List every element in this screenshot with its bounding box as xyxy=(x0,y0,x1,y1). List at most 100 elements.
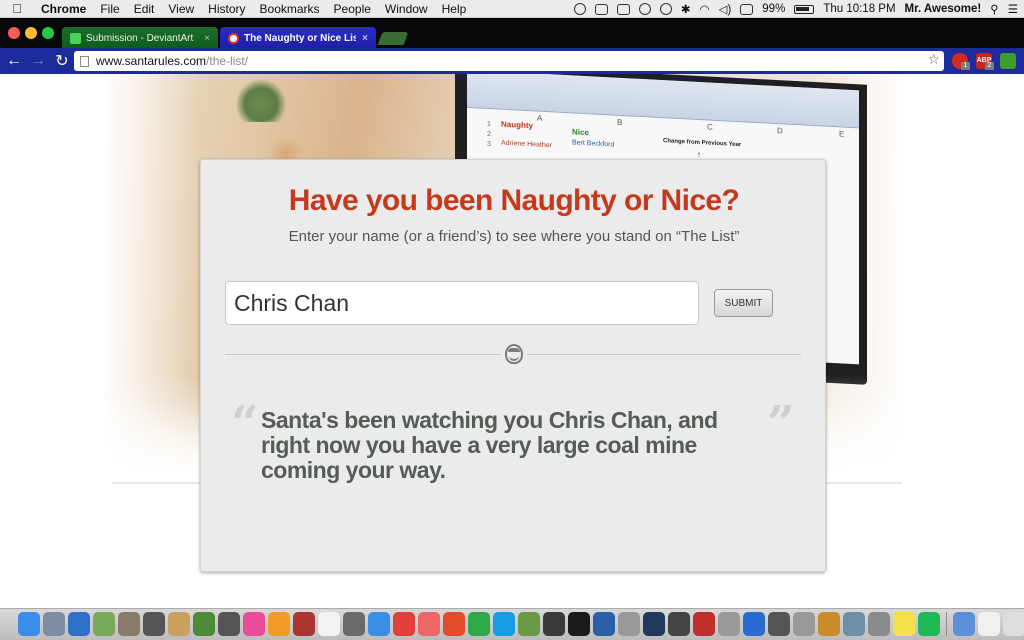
notification-center-icon[interactable]: ☰ xyxy=(1008,2,1018,16)
itunes-icon[interactable] xyxy=(243,612,265,636)
word-icon[interactable] xyxy=(593,612,615,636)
menu-help[interactable]: Help xyxy=(435,2,474,16)
menu-view[interactable]: View xyxy=(161,2,201,16)
accessibility-icon[interactable] xyxy=(638,3,651,15)
tab-title: Submission - DeviantArt xyxy=(86,32,194,44)
menu-window[interactable]: Window xyxy=(378,2,435,16)
volume-icon[interactable]: ◁) xyxy=(719,2,732,16)
column-header: A xyxy=(537,113,543,123)
garageband-icon[interactable] xyxy=(818,612,840,636)
page-icon xyxy=(80,55,89,67)
dock xyxy=(0,608,1024,640)
adobe-icon[interactable] xyxy=(594,3,608,15)
stickies-icon[interactable] xyxy=(893,612,915,636)
compass-app-icon[interactable] xyxy=(343,612,365,636)
user-name[interactable]: Mr. Awesome! xyxy=(905,3,982,15)
notepad-icon[interactable] xyxy=(1003,612,1024,636)
feather-app-icon[interactable] xyxy=(768,612,790,636)
app-p-icon[interactable] xyxy=(443,612,465,636)
spotify-icon[interactable] xyxy=(918,612,940,636)
launchpad-icon[interactable] xyxy=(43,612,65,636)
system-preferences-icon[interactable] xyxy=(868,612,890,636)
skype-icon[interactable] xyxy=(493,612,515,636)
bookmark-star-icon[interactable]: ☆ xyxy=(927,51,940,68)
dock-icons xyxy=(18,612,1024,636)
menu-history[interactable]: History xyxy=(201,2,252,16)
column-header: D xyxy=(777,126,783,136)
minimize-window-button[interactable] xyxy=(25,27,37,39)
extension-green-icon[interactable] xyxy=(1000,53,1016,69)
bluetooth-icon[interactable]: ✱ xyxy=(681,2,691,16)
chrome-icon[interactable] xyxy=(393,612,415,636)
pages-icon[interactable] xyxy=(418,612,440,636)
paint-icon[interactable] xyxy=(93,612,115,636)
naughty-name: Adriene Heather xyxy=(501,139,552,150)
close-tab-icon[interactable]: × xyxy=(362,33,368,44)
dashboard-icon[interactable] xyxy=(143,612,165,636)
game-controller-icon[interactable] xyxy=(668,612,690,636)
row-header: 1 xyxy=(487,120,491,129)
reload-icon[interactable]: ↻ xyxy=(52,51,72,71)
forward-arrow-icon[interactable]: → xyxy=(28,52,48,70)
safari-icon[interactable] xyxy=(368,612,390,636)
google-earth-icon[interactable] xyxy=(68,612,90,636)
photo-booth-icon[interactable] xyxy=(293,612,315,636)
santa-divider-icon xyxy=(501,341,527,367)
menu-app-name[interactable]: Chrome xyxy=(34,2,93,16)
new-tab-button[interactable] xyxy=(377,32,409,45)
plant-app-icon[interactable] xyxy=(193,612,215,636)
santa-icon xyxy=(228,32,239,44)
steam-game-icon[interactable] xyxy=(543,612,565,636)
menu-file[interactable]: File xyxy=(93,2,126,16)
dock-separator xyxy=(946,612,947,636)
submit-button[interactable]: SUBMIT xyxy=(714,289,773,317)
document-icon[interactable] xyxy=(978,612,1000,636)
unknown-app-icon[interactable] xyxy=(618,612,640,636)
column-header: C xyxy=(707,122,713,132)
close-tab-icon[interactable]: × xyxy=(204,33,210,44)
creative-cloud-icon[interactable] xyxy=(573,3,586,15)
notes-icon[interactable] xyxy=(168,612,190,636)
clock[interactable]: Thu 10:18 PM xyxy=(823,3,895,15)
url-path: /the-list/ xyxy=(206,54,249,68)
messages-icon[interactable] xyxy=(953,612,975,636)
activity-monitor-icon[interactable] xyxy=(218,612,240,636)
zoom-window-button[interactable] xyxy=(42,27,54,39)
wifi-icon[interactable]: ◠ xyxy=(700,2,710,16)
app-x-icon[interactable] xyxy=(468,612,490,636)
page-subtitle: Enter your name (or a friend’s) to see w… xyxy=(288,228,740,245)
spotlight-icon[interactable]: ⚲ xyxy=(990,2,998,16)
back-arrow-icon[interactable]: ← xyxy=(4,52,24,70)
menu-edit[interactable]: Edit xyxy=(127,2,162,16)
naughty-header: Naughty xyxy=(501,119,533,131)
tab-naughty-or-nice[interactable]: The Naughty or Nice List | × xyxy=(220,27,376,49)
close-window-button[interactable] xyxy=(8,27,20,39)
apple-menu-icon[interactable]:  xyxy=(0,1,34,16)
input-source-icon[interactable] xyxy=(740,3,754,15)
unknown-app-2-icon[interactable] xyxy=(718,612,740,636)
preview-icon[interactable] xyxy=(843,612,865,636)
change-arrow: ↑ xyxy=(697,149,701,160)
photos-app-icon[interactable] xyxy=(118,612,140,636)
address-bar[interactable]: www.santarules.com /the-list/ ☆ xyxy=(74,51,944,71)
finder-icon[interactable] xyxy=(18,612,40,636)
minecraft-icon[interactable] xyxy=(518,612,540,636)
airplay-icon[interactable] xyxy=(616,3,630,15)
menu-people[interactable]: People xyxy=(327,2,378,16)
tab-deviantart[interactable]: Submission - DeviantArt × xyxy=(62,27,218,49)
steam-icon[interactable] xyxy=(643,612,665,636)
time-machine-icon[interactable] xyxy=(659,3,672,15)
battery-percent[interactable]: 99% xyxy=(762,3,785,15)
menu-bookmarks[interactable]: Bookmarks xyxy=(253,2,327,16)
boxing-glove-icon[interactable] xyxy=(693,612,715,636)
nice-header: Nice xyxy=(572,127,589,138)
quicktime-icon[interactable] xyxy=(743,612,765,636)
calendar-icon[interactable] xyxy=(318,612,340,636)
name-input[interactable] xyxy=(225,281,699,325)
ibooks-icon[interactable] xyxy=(268,612,290,636)
battery-icon[interactable] xyxy=(794,4,815,14)
terminal-icon[interactable] xyxy=(568,612,590,636)
tab-strip: Submission - DeviantArt × The Naughty or… xyxy=(0,18,1024,49)
unknown-app-3-icon[interactable] xyxy=(793,612,815,636)
browser-toolbar: ← → ↻ www.santarules.com /the-list/ ☆ 1 … xyxy=(0,48,1024,74)
